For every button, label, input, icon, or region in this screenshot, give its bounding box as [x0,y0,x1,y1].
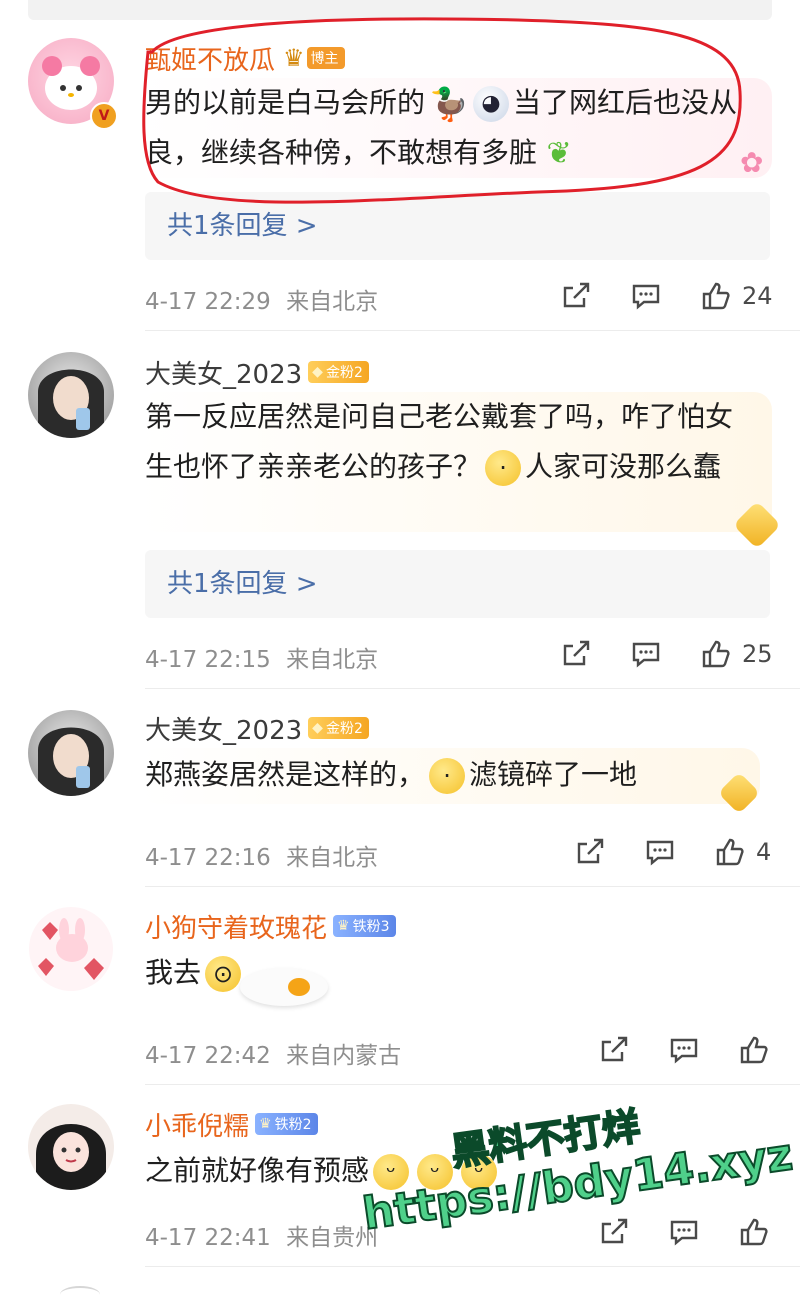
comment-meta: 4-17 22:16 来自北京 [145,838,378,872]
comment-location: 来自北京 [286,647,379,673]
username[interactable]: 大美女_2023 [145,354,302,391]
action-bar: 25 [560,638,773,670]
reply-count-link[interactable]: 共1条回复 > [145,550,770,618]
fan-crown-icon: ♛ [337,918,350,934]
comment-meta: 4-17 22:41 来自贵州 [145,1218,378,1252]
comment-location: 来自贵州 [286,1225,379,1251]
girl-photo-avatar-icon [38,727,104,796]
comment-time: 4-17 22:15 [145,647,271,673]
name-row: 大美女_2023 ◆ 金粉2 [145,708,369,748]
share-icon[interactable] [560,638,592,670]
comment-time: 4-17 22:16 [145,845,271,871]
thumbs-up-icon[interactable] [714,836,746,868]
divider [145,688,800,689]
thinking-face-emoji-icon: · [429,758,466,794]
duck-emoji-icon: 🦆 [429,85,469,123]
share-icon[interactable] [598,1034,630,1066]
name-row: 小乖倪糯 ♛ 铁粉2 [145,1104,318,1144]
comment-icon[interactable] [630,638,662,670]
action-bar [598,1216,770,1248]
top-strip [0,0,800,22]
comment-time: 4-17 22:42 [145,1043,271,1069]
fan-level-badge: ♛ 铁粉2 [255,1113,318,1135]
blogger-badge: 博主 [306,47,345,69]
fan-crown-icon: ◆ [312,720,323,736]
fan-crown-icon: ♛ [259,1116,272,1132]
comment-icon[interactable] [668,1216,700,1248]
crying-face-emoji-icon: ᵕ [417,1154,454,1190]
comment-meta: 4-17 22:42 来自内蒙古 [145,1036,401,1070]
previous-item-bottom [28,0,772,20]
share-icon[interactable] [560,280,592,312]
name-row: 大美女_2023 ◆ 金粉2 [145,352,369,392]
fan-level-badge: ◆ 金粉2 [308,717,369,739]
girl-photo-avatar-icon [38,369,104,438]
fan-level-badge: ♛ 铁粉3 [333,915,396,937]
comment-location: 来自北京 [286,289,379,315]
comment-location: 来自内蒙古 [286,1043,402,1069]
comment-icon[interactable] [668,1034,700,1066]
comment-time: 4-17 22:29 [145,289,271,315]
fan-level-badge: ◆ 金粉2 [308,361,369,383]
share-icon[interactable] [598,1216,630,1248]
comment-text: 第一反应居然是问自己老公戴套了吗，咋了怕女生也怀了亲亲老公的孩子？ · 人家可没那么… [145,392,755,492]
comment-meta: 4-17 22:29 来自北京 [145,282,378,316]
avatar[interactable] [28,906,114,992]
fan-crown-icon: ◆ [312,364,323,380]
like-count: 4 [756,838,772,866]
pink-bunny-hearts-avatar-icon [29,907,113,991]
name-row: 小狗守着玫瑰花 ♛ 铁粉3 [145,906,396,946]
comment-icon[interactable] [630,280,662,312]
shocked-face-emoji-icon: ⊙ [205,956,242,992]
divider [145,1084,800,1085]
username[interactable]: 大美女_2023 [145,710,302,747]
divider [145,1266,800,1267]
crown-icon: ♛ [283,44,305,72]
action-bar [598,1034,770,1066]
divider [145,886,800,887]
like-count: 24 [742,282,773,310]
crying-face-emoji-icon: ᵕ [373,1154,410,1190]
comment-location: 来自北京 [286,845,379,871]
panda-face-emoji-icon: ◕ [473,86,510,122]
comment-text: 之前就好像有预感 ᵕ ᵕ ᵕ [145,1146,501,1196]
verified-v-icon: V [90,102,118,130]
leaf-emoji-icon: ❦ [546,136,572,171]
comment-text: 男的以前是白马会所的 🦆 ◕ 当了网红后也没从良，继续各种傍，不敢想有多脏 ❦ [145,85,738,171]
action-bar: 4 [574,836,771,868]
reply-count-link[interactable]: 共1条回复 > [145,192,770,260]
action-bar: 24 [560,280,773,312]
avatar[interactable] [28,710,114,796]
avatar[interactable] [28,1104,114,1190]
crying-face-emoji-icon: ᵕ [461,1154,498,1190]
username[interactable]: 小乖倪糯 [145,1106,249,1143]
fried-egg-sticker-icon [240,968,328,1006]
next-item-edge [60,1286,100,1303]
comment-icon[interactable] [644,836,676,868]
avatar[interactable] [28,352,114,438]
username[interactable]: 小狗守着玫瑰花 [145,908,327,945]
username[interactable]: 甄姬不放瓜 [145,40,275,77]
name-row: 甄姬不放瓜 ♛ 博主 [145,38,345,78]
thumbs-up-icon[interactable] [700,638,732,670]
thumbs-up-icon[interactable] [738,1216,770,1248]
comment-time: 4-17 22:41 [145,1225,271,1251]
share-icon[interactable] [574,836,606,868]
comment-text: 我去 ⊙ [145,948,245,998]
like-count: 25 [742,640,773,668]
thumbs-up-icon[interactable] [738,1034,770,1066]
comment-text: 郑燕姿居然是这样的， · 滤镜碎了一地 [145,750,765,800]
comment-meta: 4-17 22:15 来自北京 [145,640,378,674]
anime-girl-avatar-icon [36,1124,106,1190]
thumbs-up-icon[interactable] [700,280,732,312]
divider [145,330,800,331]
thinking-face-emoji-icon: · [485,450,522,486]
